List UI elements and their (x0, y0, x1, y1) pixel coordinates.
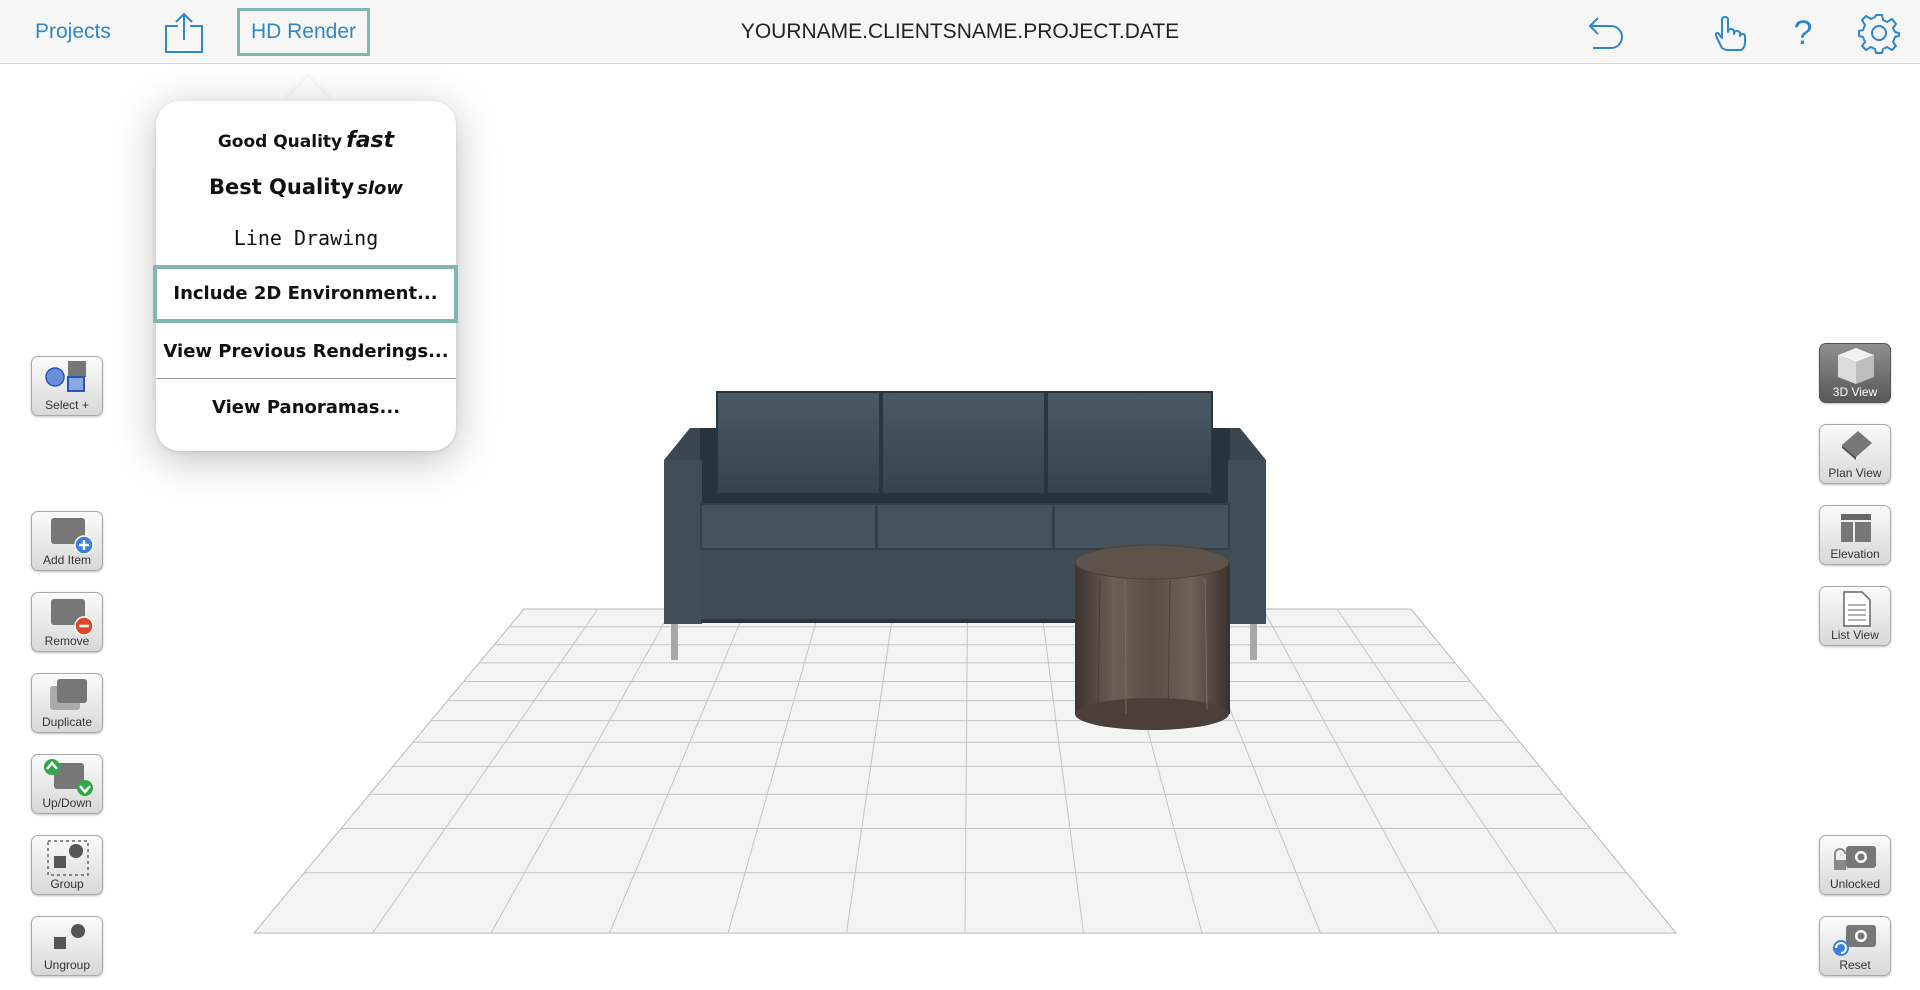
reset-label: Reset (1839, 958, 1871, 972)
share-icon[interactable] (164, 12, 204, 54)
list-view-label: List View (1831, 628, 1879, 642)
menu-divider (156, 378, 456, 379)
3d-view-button[interactable]: 3D View (1819, 343, 1891, 403)
elevation-icon (1841, 514, 1871, 542)
reset-camera-button[interactable]: Reset (1819, 916, 1891, 976)
top-toolbar: Projects HD Render YOURNAME.CLIENTSNAME.… (0, 0, 1920, 64)
up-down-label: Up/Down (42, 796, 92, 810)
best-quality-label: Best Quality (208, 175, 355, 199)
unlocked-camera-icon (1834, 846, 1876, 870)
group-icon (47, 840, 89, 876)
group-label: Group (50, 877, 84, 891)
hd-render-menu: Good Quality fast Best Quality slow Line D… (153, 101, 458, 451)
3d-view-label: 3D View (1832, 385, 1878, 399)
plan-view-button[interactable]: Plan View (1819, 424, 1891, 484)
up-down-icon (44, 759, 93, 796)
elevation-button[interactable]: Elevation (1819, 505, 1891, 565)
ungroup-button[interactable]: Ungroup (31, 916, 103, 976)
menu-item-view-panoramas[interactable]: View Panoramas... (156, 397, 456, 418)
add-item-label: Add Item (42, 553, 92, 567)
elevation-label: Elevation (1830, 547, 1880, 561)
cube-icon (1838, 348, 1874, 384)
menu-item-line-drawing[interactable]: Line Drawing (156, 226, 456, 250)
unlocked-camera-button[interactable]: Unlocked (1819, 835, 1891, 895)
side-table (1074, 544, 1230, 730)
touch-hand-icon[interactable] (1708, 12, 1750, 54)
add-item-button[interactable]: Add Item (31, 511, 103, 571)
document-list-icon (1843, 591, 1871, 627)
good-quality-speed: fast (346, 128, 395, 153)
projects-link[interactable]: Projects (35, 20, 111, 44)
remove-button[interactable]: Remove (31, 592, 103, 652)
remove-icon (51, 599, 94, 635)
add-item-icon (51, 518, 94, 554)
plan-view-icon (1842, 431, 1872, 460)
reset-camera-icon (1833, 925, 1876, 956)
floor-grid (252, 608, 1678, 934)
menu-item-best-quality[interactable]: Best Quality slow (156, 175, 456, 199)
ungroup-label: Ungroup (43, 958, 91, 972)
menu-item-good-quality[interactable]: Good Quality fast (156, 128, 456, 153)
best-quality-speed: slow (357, 178, 404, 199)
good-quality-label: Good Quality (217, 132, 343, 152)
group-button[interactable]: Group (31, 835, 103, 895)
hd-render-button[interactable]: HD Render (237, 8, 370, 56)
plan-view-label: Plan View (1828, 466, 1882, 480)
remove-label: Remove (44, 634, 90, 648)
duplicate-label: Duplicate (41, 715, 93, 729)
ungroup-icon (54, 924, 85, 949)
menu-item-include-2d-environment[interactable]: Include 2D Environment... (153, 265, 458, 323)
select-plus-label: Select + (45, 398, 89, 412)
menu-pointer (284, 77, 332, 102)
duplicate-button[interactable]: Duplicate (31, 673, 103, 733)
select-shapes-icon (45, 361, 86, 392)
select-plus-button[interactable]: Select + (31, 356, 103, 416)
menu-item-view-previous-renderings[interactable]: View Previous Renderings... (156, 341, 456, 362)
list-view-button[interactable]: List View (1819, 586, 1891, 646)
unlocked-label: Unlocked (1829, 877, 1881, 891)
up-down-button[interactable]: Up/Down (31, 754, 103, 814)
duplicate-icon (50, 679, 87, 710)
gear-icon[interactable] (1858, 12, 1900, 54)
help-icon[interactable]: ? (1782, 12, 1824, 54)
undo-icon[interactable] (1583, 12, 1625, 54)
